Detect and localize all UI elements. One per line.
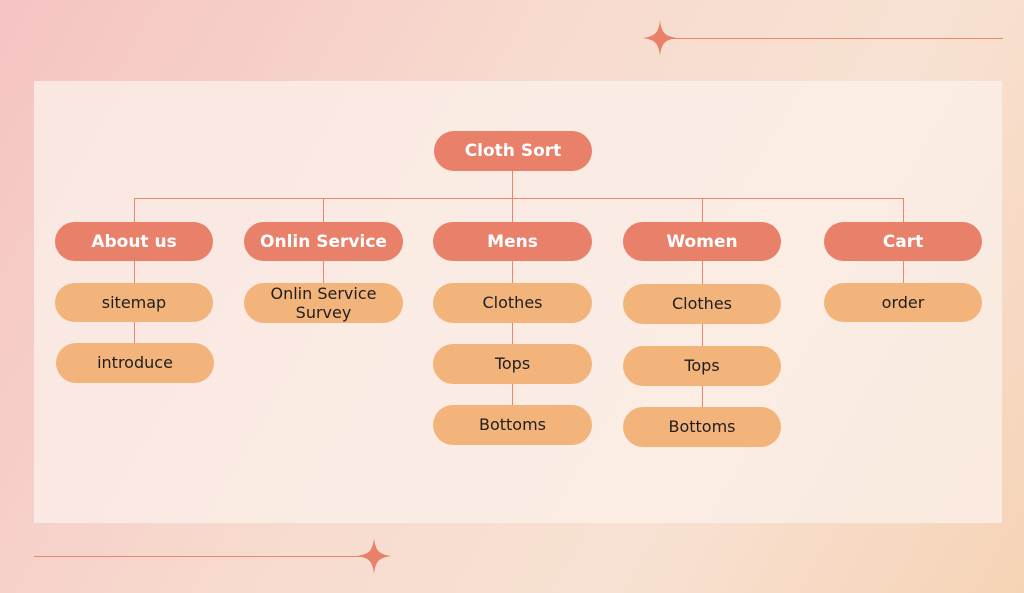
item-order: order [824,283,982,322]
item-mens-bottoms: Bottoms [433,405,592,445]
connector-drop-mens [512,198,513,222]
item-mens-clothes: Clothes [433,283,592,323]
connector-cart-column [903,261,904,283]
decorative-line-bottom [34,556,374,557]
category-onlin-service: Onlin Service [244,222,403,261]
connector-root-down [512,171,513,198]
connector-drop-women [702,198,703,222]
category-mens: Mens [433,222,592,261]
root-node: Cloth Sort [434,131,592,171]
item-women-clothes: Clothes [623,284,781,324]
item-onlin-service-survey: Onlin Service Survey [244,283,403,323]
four-point-star-icon [642,20,678,56]
connector-horizontal-bus [134,198,904,199]
item-sitemap: sitemap [55,283,213,322]
connector-drop-cart [903,198,904,222]
category-women: Women [623,222,781,261]
connector-drop-about [134,198,135,222]
item-introduce: introduce [56,343,214,383]
category-cart: Cart [824,222,982,261]
item-mens-tops: Tops [433,344,592,384]
decorative-line-top [660,38,1003,39]
connector-drop-onlin-service [323,198,324,222]
four-point-star-icon [356,538,392,574]
connector-onlin-service-column [323,261,324,283]
item-women-tops: Tops [623,346,781,386]
category-about-us: About us [55,222,213,261]
item-women-bottoms: Bottoms [623,407,781,447]
